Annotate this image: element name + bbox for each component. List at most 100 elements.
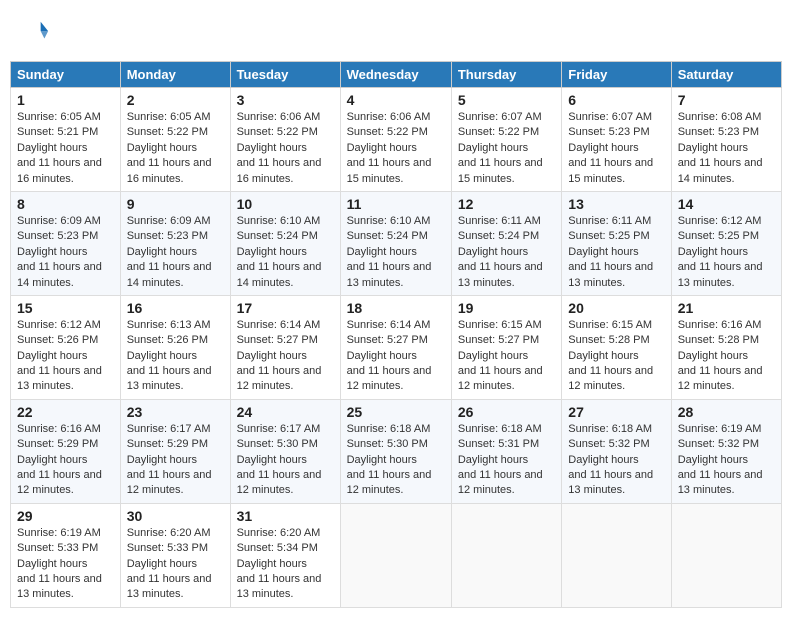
sunrise-label: Sunrise: 6:10 AM xyxy=(347,215,431,227)
daylight-label: Daylight hours xyxy=(127,558,197,570)
calendar-cell: 6 Sunrise: 6:07 AM Sunset: 5:23 PM Dayli… xyxy=(562,88,671,192)
sunset-label: Sunset: 5:32 PM xyxy=(568,438,649,450)
calendar-cell: 23 Sunrise: 6:17 AM Sunset: 5:29 PM Dayl… xyxy=(120,399,230,503)
day-number: 17 xyxy=(237,300,334,316)
sunrise-label: Sunrise: 6:16 AM xyxy=(17,423,101,435)
daylight-value: and 11 hours and 14 minutes. xyxy=(127,261,212,288)
day-info: Sunrise: 6:20 AM Sunset: 5:34 PM Dayligh… xyxy=(237,526,334,603)
daylight-label: Daylight hours xyxy=(347,350,417,362)
sunset-label: Sunset: 5:22 PM xyxy=(347,126,428,138)
day-info: Sunrise: 6:10 AM Sunset: 5:24 PM Dayligh… xyxy=(237,214,334,291)
sunset-label: Sunset: 5:31 PM xyxy=(458,438,539,450)
daylight-value: and 11 hours and 12 minutes. xyxy=(568,365,653,392)
sunset-label: Sunset: 5:32 PM xyxy=(678,438,759,450)
day-number: 18 xyxy=(347,300,445,316)
calendar-cell: 25 Sunrise: 6:18 AM Sunset: 5:30 PM Dayl… xyxy=(340,399,451,503)
sunset-label: Sunset: 5:29 PM xyxy=(17,438,98,450)
weekday-header-wednesday: Wednesday xyxy=(340,62,451,88)
sunrise-label: Sunrise: 6:16 AM xyxy=(678,319,762,331)
sunrise-label: Sunrise: 6:14 AM xyxy=(347,319,431,331)
daylight-label: Daylight hours xyxy=(347,246,417,258)
day-number: 23 xyxy=(127,404,224,420)
day-info: Sunrise: 6:19 AM Sunset: 5:32 PM Dayligh… xyxy=(678,422,775,499)
daylight-label: Daylight hours xyxy=(568,142,638,154)
sunset-label: Sunset: 5:34 PM xyxy=(237,542,318,554)
calendar-cell: 11 Sunrise: 6:10 AM Sunset: 5:24 PM Dayl… xyxy=(340,191,451,295)
sunrise-label: Sunrise: 6:06 AM xyxy=(237,111,321,123)
daylight-value: and 11 hours and 12 minutes. xyxy=(678,365,763,392)
calendar-table: SundayMondayTuesdayWednesdayThursdayFrid… xyxy=(10,61,782,608)
calendar-cell xyxy=(562,503,671,607)
daylight-value: and 11 hours and 12 minutes. xyxy=(347,469,432,496)
sunrise-label: Sunrise: 6:12 AM xyxy=(678,215,762,227)
daylight-value: and 11 hours and 13 minutes. xyxy=(127,573,212,600)
calendar-cell: 15 Sunrise: 6:12 AM Sunset: 5:26 PM Dayl… xyxy=(11,295,121,399)
calendar-cell: 10 Sunrise: 6:10 AM Sunset: 5:24 PM Dayl… xyxy=(230,191,340,295)
weekday-header-sunday: Sunday xyxy=(11,62,121,88)
calendar-cell: 28 Sunrise: 6:19 AM Sunset: 5:32 PM Dayl… xyxy=(671,399,781,503)
weekday-header-saturday: Saturday xyxy=(671,62,781,88)
day-info: Sunrise: 6:14 AM Sunset: 5:27 PM Dayligh… xyxy=(347,318,445,395)
sunrise-label: Sunrise: 6:13 AM xyxy=(127,319,211,331)
daylight-value: and 11 hours and 15 minutes. xyxy=(347,157,432,184)
daylight-label: Daylight hours xyxy=(237,142,307,154)
sunset-label: Sunset: 5:27 PM xyxy=(347,334,428,346)
day-number: 10 xyxy=(237,196,334,212)
sunrise-label: Sunrise: 6:11 AM xyxy=(458,215,541,227)
sunrise-label: Sunrise: 6:19 AM xyxy=(17,527,101,539)
day-number: 9 xyxy=(127,196,224,212)
daylight-label: Daylight hours xyxy=(237,246,307,258)
daylight-value: and 11 hours and 13 minutes. xyxy=(17,573,102,600)
daylight-label: Daylight hours xyxy=(237,454,307,466)
daylight-label: Daylight hours xyxy=(458,246,528,258)
sunset-label: Sunset: 5:28 PM xyxy=(568,334,649,346)
daylight-value: and 11 hours and 13 minutes. xyxy=(678,469,763,496)
calendar-cell: 26 Sunrise: 6:18 AM Sunset: 5:31 PM Dayl… xyxy=(451,399,561,503)
day-info: Sunrise: 6:07 AM Sunset: 5:22 PM Dayligh… xyxy=(458,110,555,187)
daylight-value: and 11 hours and 13 minutes. xyxy=(347,261,432,288)
calendar-cell xyxy=(340,503,451,607)
sunset-label: Sunset: 5:23 PM xyxy=(568,126,649,138)
daylight-value: and 11 hours and 13 minutes. xyxy=(237,573,322,600)
weekday-header-monday: Monday xyxy=(120,62,230,88)
day-info: Sunrise: 6:12 AM Sunset: 5:25 PM Dayligh… xyxy=(678,214,775,291)
day-info: Sunrise: 6:08 AM Sunset: 5:23 PM Dayligh… xyxy=(678,110,775,187)
sunrise-label: Sunrise: 6:20 AM xyxy=(127,527,211,539)
calendar-cell: 5 Sunrise: 6:07 AM Sunset: 5:22 PM Dayli… xyxy=(451,88,561,192)
day-number: 22 xyxy=(17,404,114,420)
daylight-value: and 11 hours and 12 minutes. xyxy=(237,365,322,392)
daylight-label: Daylight hours xyxy=(17,558,87,570)
calendar-cell: 21 Sunrise: 6:16 AM Sunset: 5:28 PM Dayl… xyxy=(671,295,781,399)
daylight-value: and 11 hours and 12 minutes. xyxy=(347,365,432,392)
sunset-label: Sunset: 5:30 PM xyxy=(237,438,318,450)
sunset-label: Sunset: 5:33 PM xyxy=(127,542,208,554)
day-number: 27 xyxy=(568,404,664,420)
daylight-value: and 11 hours and 14 minutes. xyxy=(678,157,763,184)
daylight-label: Daylight hours xyxy=(347,454,417,466)
day-info: Sunrise: 6:07 AM Sunset: 5:23 PM Dayligh… xyxy=(568,110,664,187)
sunset-label: Sunset: 5:22 PM xyxy=(127,126,208,138)
day-number: 8 xyxy=(17,196,114,212)
calendar-cell: 17 Sunrise: 6:14 AM Sunset: 5:27 PM Dayl… xyxy=(230,295,340,399)
sunrise-label: Sunrise: 6:18 AM xyxy=(347,423,431,435)
calendar-cell: 2 Sunrise: 6:05 AM Sunset: 5:22 PM Dayli… xyxy=(120,88,230,192)
sunrise-label: Sunrise: 6:07 AM xyxy=(458,111,542,123)
day-info: Sunrise: 6:15 AM Sunset: 5:27 PM Dayligh… xyxy=(458,318,555,395)
sunset-label: Sunset: 5:27 PM xyxy=(237,334,318,346)
daylight-label: Daylight hours xyxy=(127,246,197,258)
daylight-label: Daylight hours xyxy=(678,350,748,362)
day-info: Sunrise: 6:17 AM Sunset: 5:30 PM Dayligh… xyxy=(237,422,334,499)
daylight-label: Daylight hours xyxy=(347,142,417,154)
sunset-label: Sunset: 5:22 PM xyxy=(237,126,318,138)
daylight-label: Daylight hours xyxy=(678,246,748,258)
weekday-header-thursday: Thursday xyxy=(451,62,561,88)
daylight-label: Daylight hours xyxy=(17,350,87,362)
calendar-cell: 14 Sunrise: 6:12 AM Sunset: 5:25 PM Dayl… xyxy=(671,191,781,295)
day-info: Sunrise: 6:20 AM Sunset: 5:33 PM Dayligh… xyxy=(127,526,224,603)
sunrise-label: Sunrise: 6:09 AM xyxy=(17,215,101,227)
sunset-label: Sunset: 5:23 PM xyxy=(127,230,208,242)
calendar-cell: 30 Sunrise: 6:20 AM Sunset: 5:33 PM Dayl… xyxy=(120,503,230,607)
day-number: 25 xyxy=(347,404,445,420)
sunrise-label: Sunrise: 6:10 AM xyxy=(237,215,321,227)
daylight-value: and 11 hours and 13 minutes. xyxy=(127,365,212,392)
